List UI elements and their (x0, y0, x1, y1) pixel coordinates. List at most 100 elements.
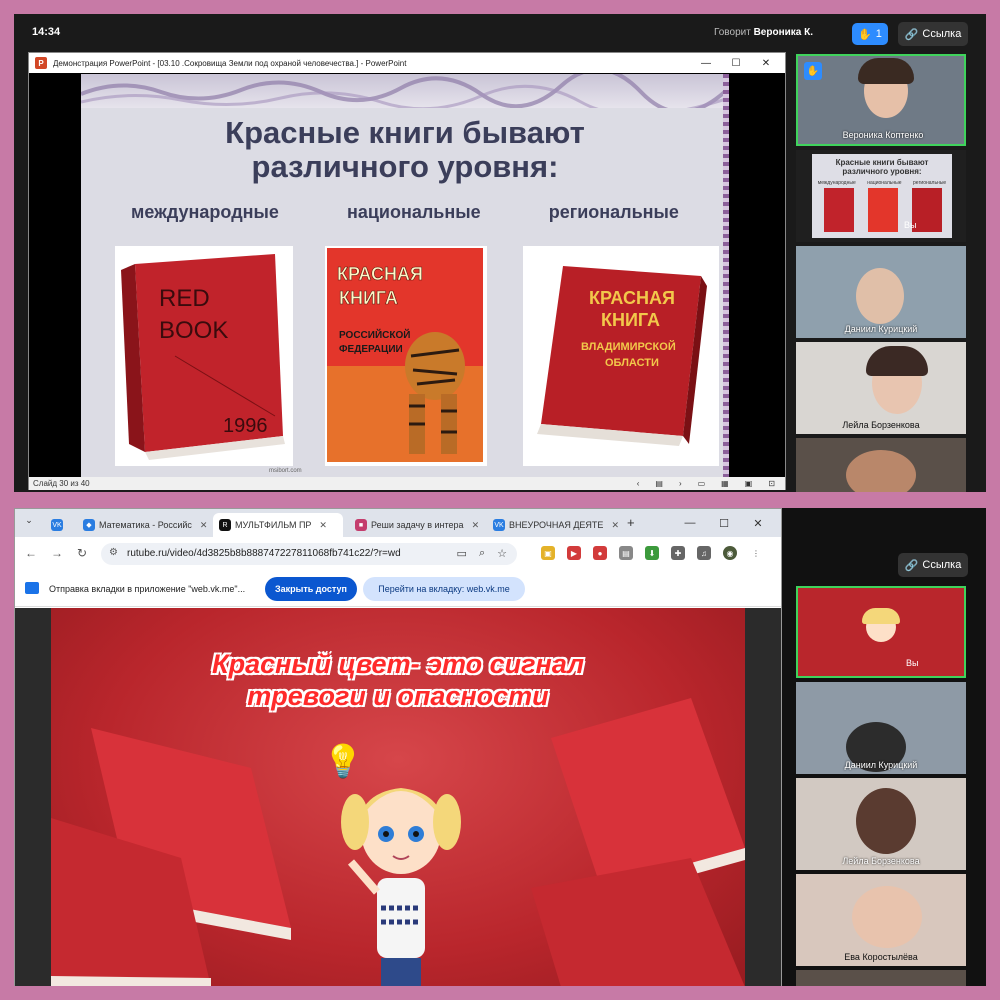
shared-slide-thumbnail: Красные книги бывают различного уровня: … (812, 154, 952, 238)
close-icon[interactable]: ✕ (751, 58, 781, 69)
slideshow-icon[interactable]: ⊡ (768, 479, 775, 488)
tab-vk-pinned[interactable]: VK (45, 513, 75, 537)
extension-icon[interactable]: ▣ (541, 546, 555, 560)
address-bar-actions: ▭ ⌕ ☆ (457, 547, 507, 560)
participant-video (846, 450, 916, 492)
extension-icon[interactable]: ▶ (567, 546, 581, 560)
zoom-icon[interactable]: ⌕ (479, 547, 485, 560)
tab-close-icon[interactable]: ✕ (611, 520, 619, 531)
powerpoint-icon: P (35, 57, 47, 69)
video-frame: Красный цвет- это сигнал тревоги и опасн… (51, 608, 745, 986)
tab-rutube[interactable]: R МУЛЬТФИЛЬМ ПР ✕ (213, 513, 343, 537)
link-icon: 🔗 (904, 28, 919, 41)
red-book-cover: RED BOOK 1996 (121, 254, 285, 460)
cast-icon[interactable]: ▭ (457, 547, 467, 560)
vladimir-book-line1: КРАСНАЯ (589, 288, 675, 308)
participant-name: Даниил Курицкий (844, 760, 918, 770)
tab-search-icon[interactable]: ⌄ (21, 515, 37, 531)
normal-view-icon[interactable]: ▭ (698, 479, 706, 488)
participant-video (852, 886, 922, 948)
close-icon[interactable]: ✕ (741, 517, 775, 530)
tab-task[interactable]: ■ Реши задачу в интера ✕ (349, 513, 483, 537)
zoom-meeting-top: 14:34 Говорит Вероника К. ✋ 1 🔗 Ссылка P… (14, 14, 986, 492)
thumb-book-b (868, 188, 898, 232)
link-button[interactable]: 🔗 Ссылка (898, 22, 968, 46)
close-access-button[interactable]: Закрыть доступ (265, 577, 357, 601)
speaking-name: Вероника К. (753, 27, 813, 38)
tab-close-icon[interactable]: ✕ (319, 520, 327, 531)
participant-name: Вероника Коптенко (842, 130, 924, 140)
raised-hands-button[interactable]: ✋ 1 (852, 23, 888, 45)
book-red-book-image: RED BOOK 1996 (115, 246, 293, 466)
menu-icon[interactable]: ⋮ (749, 546, 763, 560)
participant-tile-extra[interactable] (796, 438, 966, 492)
media-icon[interactable]: ♫ (697, 546, 711, 560)
tab-vk-extra[interactable]: VK ВНЕУРОЧНАЯ ДЕЯТЕ ✕ (487, 513, 623, 537)
puzzle-icon[interactable]: ✚ (671, 546, 685, 560)
address-bar[interactable]: ⚙ rutube.ru/video/4d3825b8b8887472278110… (101, 543, 517, 565)
participant-tile-you-share[interactable]: Красные книги бывают различного уровня: … (796, 150, 966, 242)
participant-video (856, 788, 916, 854)
hand-icon: ✋ (858, 28, 872, 41)
participant-tile-you-share[interactable]: Вы (796, 586, 966, 678)
participant-tile-leila[interactable]: Лейла Борзенкова (796, 778, 966, 870)
download-icon[interactable]: ⬇ (645, 546, 659, 560)
thumb-book-c (912, 188, 942, 232)
russia-book-line3: РОССИЙСКОЙ (339, 328, 410, 341)
participant-name: Лейла Борзенкова (842, 856, 920, 866)
forward-icon[interactable]: → (51, 546, 63, 560)
link-button[interactable]: 🔗 Ссылка (898, 553, 968, 577)
image-source: msibort.com (269, 468, 302, 474)
extension-icon[interactable]: ▤ (619, 546, 633, 560)
participant-tile-daniil[interactable]: Даниил Курицкий (796, 246, 966, 338)
tab-strip: ⌄ VK ◆ Математика - Российс ✕ R МУЛЬТФИЛ… (15, 509, 781, 537)
presentation-slide: Красные книги бывают различного уровня: … (81, 74, 729, 478)
participant-tile-leila[interactable]: Лейла Борзенкова (796, 342, 966, 434)
tab-math[interactable]: ◆ Математика - Российс ✕ (77, 513, 209, 537)
raised-hands-count: 1 (875, 28, 882, 40)
book-vladimir-image: КРАСНАЯ КНИГА ВЛАДИМИРСКОЙ ОБЛАСТИ (523, 246, 719, 466)
ppt-titlebar: P Демонстрация PowerPoint - [03.10 .Сокр… (29, 53, 785, 73)
reload-icon[interactable]: ↻ (77, 546, 87, 560)
site-info-icon[interactable]: ⚙ (109, 547, 118, 558)
url-text: rutube.ru/video/4d3825b8b888747227811068… (127, 548, 401, 559)
go-to-tab-button[interactable]: Перейти на вкладку: web.vk.me (363, 577, 525, 601)
back-icon[interactable]: ← (25, 546, 37, 560)
participant-tile-eva[interactable]: Ева Коростылёва (796, 874, 966, 966)
minimize-icon[interactable]: — (691, 58, 721, 69)
video-player[interactable]: Красный цвет- это сигнал тревоги и опасн… (15, 608, 781, 986)
avatar[interactable]: ◉ (723, 546, 737, 560)
vk-icon: VK (493, 519, 505, 531)
wave-decoration (81, 74, 729, 117)
zoom-meeting-bottom: ⌄ VK ◆ Математика - Российс ✕ R МУЛЬТФИЛ… (14, 508, 986, 986)
sorter-view-icon[interactable]: ▦ (721, 479, 729, 488)
new-tab-icon[interactable]: + (627, 515, 635, 530)
russia-book-line1: КРАСНАЯ (337, 264, 423, 284)
vladimir-book-line4: ОБЛАСТИ (605, 357, 659, 369)
participant-tile-extra[interactable] (796, 970, 966, 986)
thumb-level-regional: региональные (913, 180, 947, 186)
slide-menu-icon[interactable]: ▤ (655, 479, 663, 488)
maximize-icon[interactable]: ☐ (707, 517, 741, 530)
bookmark-star-icon[interactable]: ☆ (497, 547, 507, 560)
vk-icon: VK (51, 519, 63, 531)
ppt-window-title: Демонстрация PowerPoint - [03.10 .Сокров… (53, 58, 407, 68)
extension-icon[interactable]: ● (593, 546, 607, 560)
participant-name: Даниил Курицкий (844, 324, 918, 334)
powerpoint-window: P Демонстрация PowerPoint - [03.10 .Сокр… (28, 52, 786, 490)
tab-close-icon[interactable]: ✕ (472, 520, 480, 531)
participant-hair (858, 58, 914, 84)
participant-tile-daniil[interactable]: Даниил Курицкий (796, 682, 966, 774)
prev-slide-icon[interactable]: ‹ (637, 479, 640, 488)
slide-decoration (81, 74, 729, 117)
participant-tile-veronika[interactable]: ✋ Вероника Коптенко (796, 54, 966, 146)
reading-view-icon[interactable]: ▣ (745, 479, 753, 488)
next-slide-icon[interactable]: › (679, 479, 682, 488)
participant-hair (866, 346, 928, 376)
active-speaker: Говорит Вероника К. (714, 27, 813, 38)
maximize-icon[interactable]: ☐ (721, 58, 751, 69)
minimize-icon[interactable]: — (673, 517, 707, 529)
video-caption-line1: Красный цвет- это сигнал (212, 649, 584, 679)
level-regional: региональные (548, 202, 679, 222)
tab-close-icon[interactable]: ✕ (200, 520, 208, 531)
